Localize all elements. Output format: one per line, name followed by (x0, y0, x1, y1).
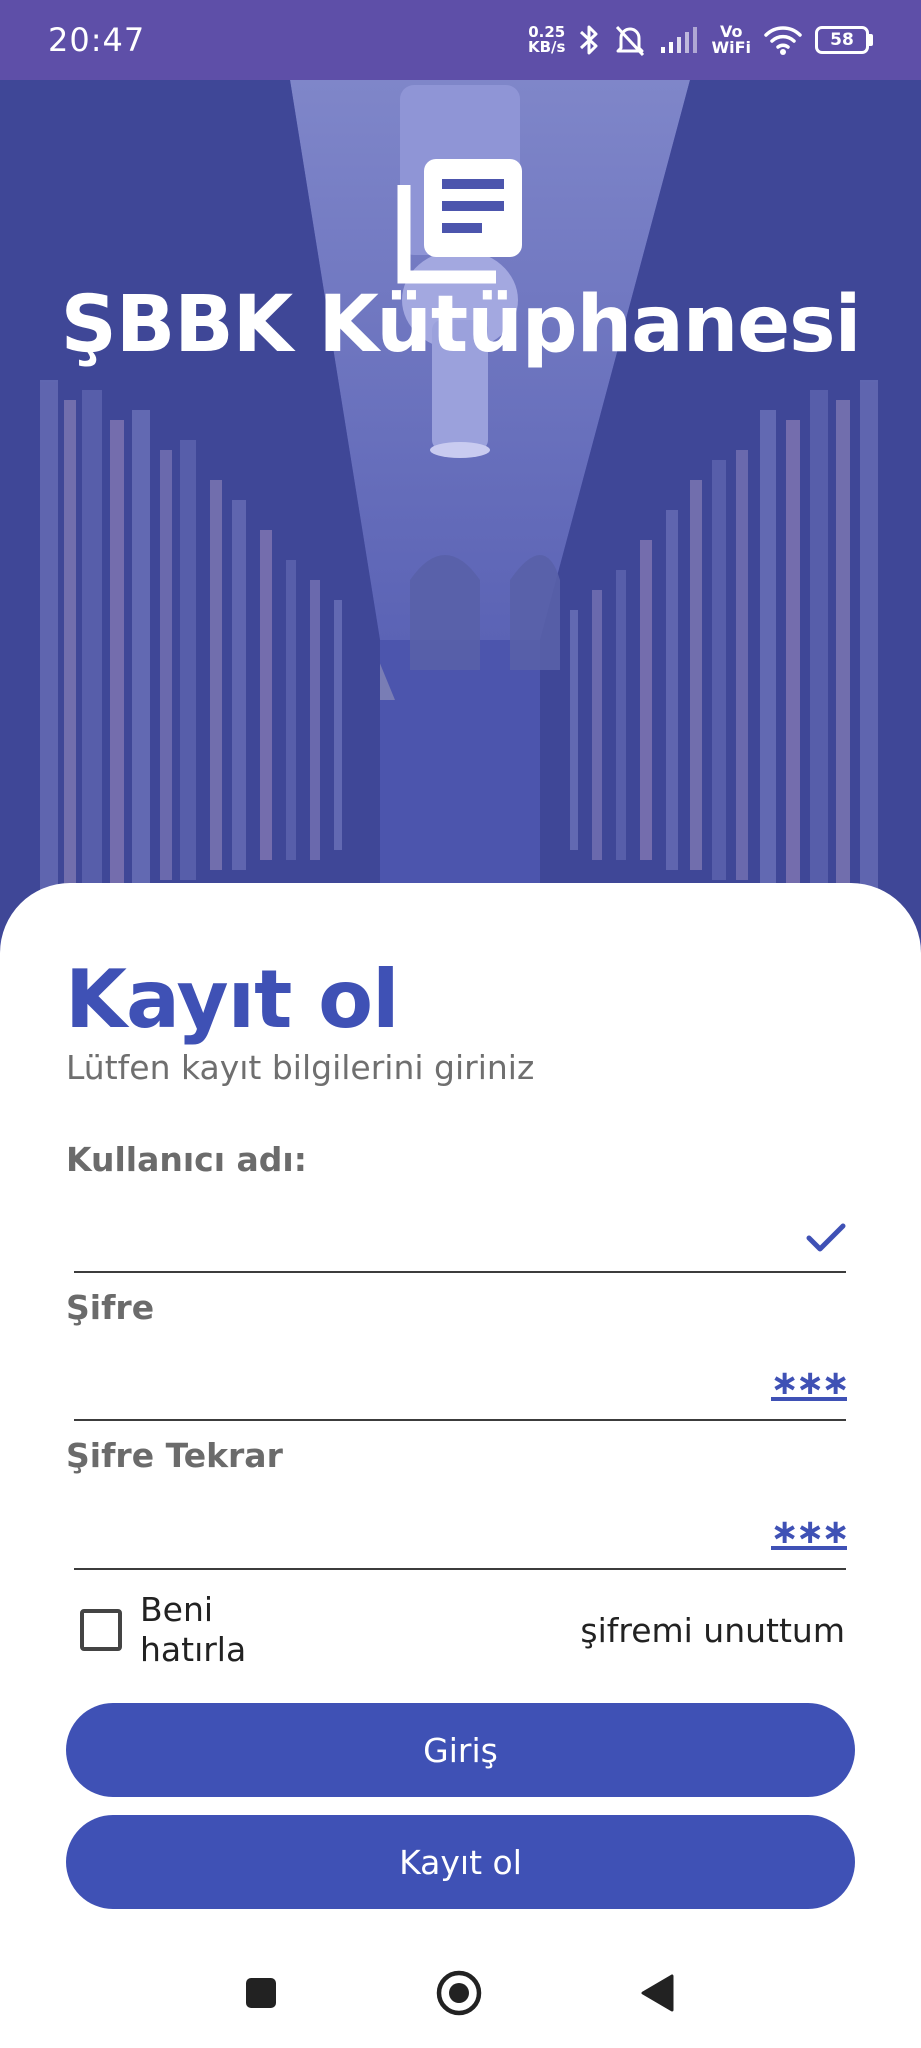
password-label: Şifre (66, 1288, 155, 1327)
bluetooth-icon (580, 25, 598, 55)
hero-banner: ŞBBK Kütüphanesi (0, 80, 921, 980)
password-repeat-label: Şifre Tekrar (66, 1436, 283, 1475)
recents-button[interactable] (216, 1938, 306, 2048)
register-card: Kayıt ol Lütfen kayıt bilgilerini girini… (0, 883, 921, 1938)
form-subtitle: Lütfen kayıt bilgilerini giriniz (66, 1048, 535, 1087)
login-button[interactable]: Giriş (66, 1703, 855, 1797)
remember-me-checkbox[interactable] (80, 1609, 122, 1651)
home-button[interactable] (414, 1938, 504, 2048)
forgot-password-link[interactable]: şifremi unuttum (580, 1611, 845, 1650)
remember-row: Beni hatırla şifremi unuttum (80, 1590, 845, 1670)
circle-home-icon (436, 1970, 482, 2016)
status-bar: 20:47 0.25 KB/s Vo WiFi 58 (0, 0, 921, 80)
back-button[interactable] (612, 1938, 702, 2048)
network-speed-unit: KB/s (527, 38, 566, 56)
triangle-back-icon (641, 1974, 674, 2012)
bell-off-icon (616, 25, 645, 57)
status-time: 20:47 (48, 21, 146, 59)
vowifi-bottom: WiFi (711, 38, 751, 57)
password-repeat-icon: ∗∗∗ (770, 1512, 850, 1552)
wifi-icon (764, 26, 802, 55)
remember-me-label[interactable]: Beni hatırla (140, 1590, 290, 1670)
signal-icon (661, 27, 698, 53)
battery-tip (869, 34, 873, 46)
battery-level: 58 (815, 26, 869, 54)
username-input[interactable] (74, 1213, 846, 1273)
library-books-icon (397, 159, 522, 284)
register-button[interactable]: Kayıt ol (66, 1815, 855, 1909)
battery-indicator: 58 (815, 26, 873, 54)
password-icon: ∗∗∗ (770, 1363, 850, 1403)
username-label: Kullanıcı adı: (66, 1140, 307, 1179)
status-icons: 0.25 KB/s Vo WiFi 58 (528, 23, 873, 57)
vowifi-indicator: Vo WiFi (711, 24, 751, 56)
password-repeat-input[interactable] (74, 1510, 846, 1570)
form-title: Kayıt ol (65, 953, 400, 1046)
app-title: ŞBBK Kütüphanesi (60, 280, 862, 370)
network-speed: 0.25 KB/s (528, 25, 565, 55)
square-icon (246, 1978, 276, 2008)
check-icon (806, 1223, 846, 1252)
password-input[interactable] (74, 1361, 846, 1421)
navigation-bar (0, 1938, 921, 2048)
